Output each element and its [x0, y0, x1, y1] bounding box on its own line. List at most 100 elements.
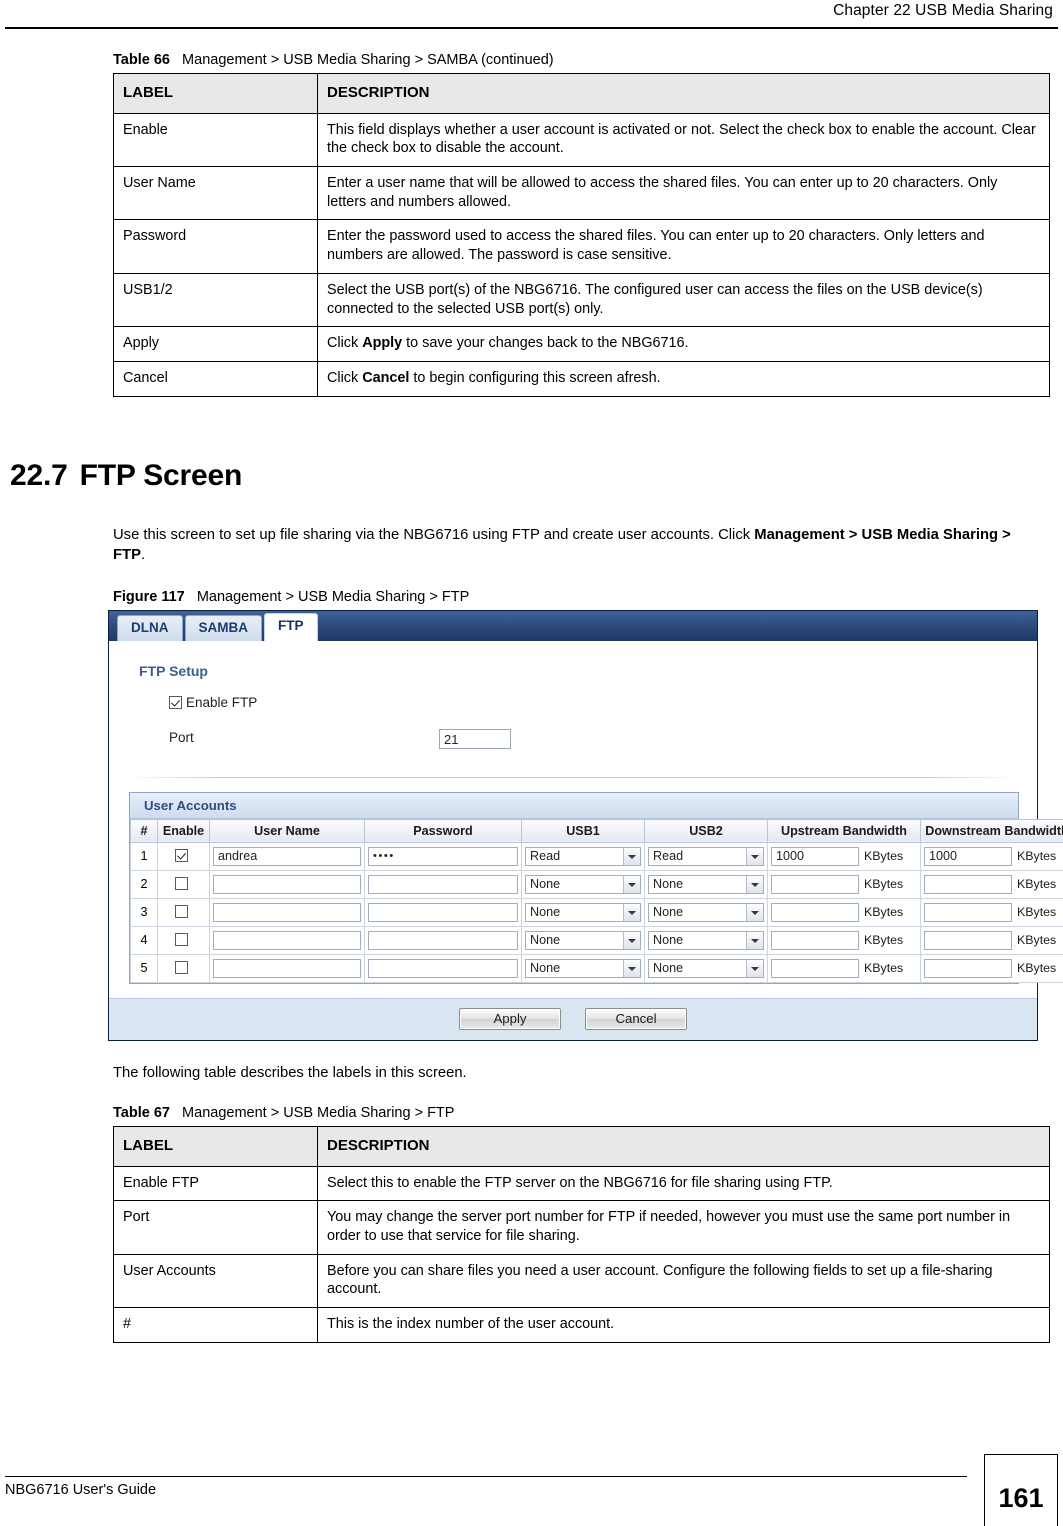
user-accounts-box: User Accounts # Enable User Name Passwor… [129, 792, 1019, 984]
row4-enable-checkbox[interactable] [175, 933, 188, 946]
row2-usb1-cell: None [522, 870, 645, 898]
tab-samba[interactable]: SAMBA [185, 615, 263, 641]
row3-username-input[interactable] [213, 903, 361, 922]
row3-password-input[interactable] [368, 903, 518, 922]
row5-downstream-input[interactable] [924, 959, 1012, 978]
col-enable: Enable [158, 819, 210, 842]
col-upstream-bandwidth: Upstream Bandwidth [768, 819, 921, 842]
footer-guide-title: NBG6716 User's Guide [5, 1482, 156, 1498]
row5-usb2-value: None [653, 961, 683, 975]
ftp-setup-section: FTP Setup Enable FTP Port21 [109, 641, 1037, 765]
table67-row0-label: Enable FTP [114, 1166, 318, 1201]
row5-enable-checkbox[interactable] [175, 961, 188, 974]
row1-username-input[interactable]: andrea [213, 847, 361, 866]
row3-downstream-input[interactable] [924, 903, 1012, 922]
table67-row1-description: You may change the server port number fo… [318, 1201, 1050, 1254]
row1-usb2-select[interactable]: Read [648, 847, 764, 866]
row5-upstream-cell: KBytes [768, 954, 921, 982]
enable-ftp-checkbox[interactable] [169, 696, 182, 709]
port-label: Port [139, 730, 439, 745]
user-accounts-body: 1 andrea •••• Read Read 1000KBytes 1000K… [131, 842, 1063, 982]
row4-username-cell [210, 926, 365, 954]
table66-row4-description: Click Apply to save your changes back to… [318, 327, 1050, 362]
figure117-caption: Figure 117 Management > USB Media Sharin… [113, 589, 1063, 605]
enable-ftp-label: Enable FTP [186, 695, 257, 710]
row2-password-input[interactable] [368, 875, 518, 894]
row1-usb1-select[interactable]: Read [525, 847, 641, 866]
row2-username-input[interactable] [213, 875, 361, 894]
row3-username-cell [210, 898, 365, 926]
tab-dlna[interactable]: DLNA [117, 615, 183, 641]
row1-upstream-input[interactable]: 1000 [771, 847, 859, 866]
table67-caption-label: Table 67 [113, 1105, 170, 1121]
port-row: Port21 [139, 729, 1037, 759]
row1-password-input[interactable]: •••• [368, 847, 518, 866]
row1-enable-checkbox[interactable] [175, 849, 188, 862]
table66-row3-label: USB1/2 [114, 273, 318, 326]
col-downstream-bandwidth: Downstream Bandwidth [921, 819, 1063, 842]
row2-usb1-value: None [530, 877, 560, 891]
row5-upstream-input[interactable] [771, 959, 859, 978]
col-password: Password [365, 819, 522, 842]
row5-usb1-select[interactable]: None [525, 959, 641, 978]
user-accounts-header-row: # Enable User Name Password USB1 USB2 Up… [131, 819, 1063, 842]
row4-downstream-input[interactable] [924, 931, 1012, 950]
row2-enable-checkbox[interactable] [175, 877, 188, 890]
ui-action-bar: Apply Cancel [109, 998, 1037, 1040]
row3-usb2-value: None [653, 905, 683, 919]
table66-caption-text: Management > USB Media Sharing > SAMBA (… [182, 52, 554, 68]
row4-upstream-cell: KBytes [768, 926, 921, 954]
table67-row2-label: User Accounts [114, 1254, 318, 1307]
row3-usb2-cell: None [645, 898, 768, 926]
row5-username-cell [210, 954, 365, 982]
row1-usb2-value: Read [653, 849, 683, 863]
figure117-screenshot: DLNASAMBAFTP FTP Setup Enable FTP Port21… [108, 610, 1038, 1041]
row4-usb1-select[interactable]: None [525, 931, 641, 950]
table66-row3-description: Select the USB port(s) of the NBG6716. T… [318, 273, 1050, 326]
cancel-button[interactable]: Cancel [585, 1008, 687, 1030]
table66-header-description: DESCRIPTION [318, 74, 1050, 114]
row4-username-input[interactable] [213, 931, 361, 950]
table-row: 5 None None KBytes KBytes [131, 954, 1063, 982]
table67-header-row: LABEL DESCRIPTION [114, 1127, 1050, 1167]
table67-row0-description: Select this to enable the FTP server on … [318, 1166, 1050, 1201]
chevron-down-icon [746, 904, 763, 921]
table67-row3-label: # [114, 1308, 318, 1343]
table-row: Enable FTP Select this to enable the FTP… [114, 1166, 1050, 1201]
port-input[interactable]: 21 [439, 729, 511, 749]
row2-usb2-select[interactable]: None [648, 875, 764, 894]
row5-password-input[interactable] [368, 959, 518, 978]
row5-username-input[interactable] [213, 959, 361, 978]
row1-downstream-input[interactable]: 1000 [924, 847, 1012, 866]
col-user-name: User Name [210, 819, 365, 842]
row3-usb2-select[interactable]: None [648, 903, 764, 922]
text-post: to save your changes back to the NBG6716… [402, 335, 688, 351]
row2-usb1-select[interactable]: None [525, 875, 641, 894]
row4-usb1-cell: None [522, 926, 645, 954]
row4-usb2-select[interactable]: None [648, 931, 764, 950]
chevron-down-icon [623, 904, 640, 921]
row3-usb1-select[interactable]: None [525, 903, 641, 922]
text-bold: Cancel [362, 370, 409, 386]
row2-downstream-input[interactable] [924, 875, 1012, 894]
row1-upstream-unit: KBytes [864, 849, 903, 863]
row2-upstream-input[interactable] [771, 875, 859, 894]
row3-upstream-input[interactable] [771, 903, 859, 922]
table-row: Password Enter the password used to acce… [114, 220, 1050, 273]
row4-password-input[interactable] [368, 931, 518, 950]
after-figure-text: The following table describes the labels… [113, 1063, 1043, 1083]
intro-pre: Use this screen to set up file sharing v… [113, 527, 754, 543]
table66-row1-label: User Name [114, 166, 318, 219]
row5-password-cell [365, 954, 522, 982]
tab-ftp[interactable]: FTP [264, 613, 318, 641]
row5-usb2-select[interactable]: None [648, 959, 764, 978]
row2-downstream-cell: KBytes [921, 870, 1063, 898]
row4-enable-cell [158, 926, 210, 954]
table66-row5-label: Cancel [114, 361, 318, 396]
figure117-caption-text: Management > USB Media Sharing > FTP [197, 589, 469, 605]
apply-button[interactable]: Apply [459, 1008, 561, 1030]
row4-upstream-input[interactable] [771, 931, 859, 950]
text-bold: Apply [362, 335, 402, 351]
row1-downstream-unit: KBytes [1017, 849, 1056, 863]
row3-enable-checkbox[interactable] [175, 905, 188, 918]
